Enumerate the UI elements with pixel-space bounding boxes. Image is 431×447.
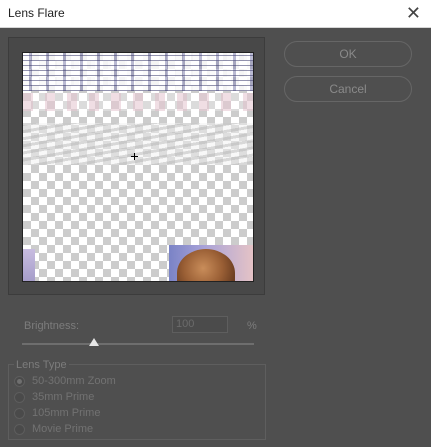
brightness-label: Brightness:	[24, 320, 80, 332]
brightness-input[interactable]: 100	[172, 316, 228, 333]
lens-option-label: 35mm Prime	[32, 391, 95, 403]
ok-button[interactable]: OK	[284, 41, 412, 67]
cancel-button[interactable]: Cancel	[284, 76, 412, 102]
flare-center-crosshair-icon[interactable]	[131, 153, 138, 160]
lens-option-label: 50-300mm Zoom	[32, 375, 116, 387]
preview-photo-left-edge	[23, 249, 35, 281]
radio-button-icon[interactable]	[14, 407, 25, 419]
lens-option-label: 105mm Prime	[32, 407, 101, 419]
lens-option-105mm-prime[interactable]: 105mm Prime	[14, 406, 100, 420]
window-title: Lens Flare	[8, 6, 65, 20]
radio-button-icon[interactable]	[14, 391, 25, 403]
preview-artifact-grey	[23, 123, 253, 165]
preview-photo-hair	[177, 249, 235, 281]
brightness-slider-thumb[interactable]	[88, 338, 99, 346]
lens-option-35mm-prime[interactable]: 35mm Prime	[14, 390, 94, 404]
lens-option-movie-prime[interactable]: Movie Prime	[14, 422, 93, 436]
title-bar: Lens Flare ✕	[0, 0, 431, 28]
preview-artifact-top	[23, 53, 253, 91]
preview-artifact-pink	[23, 93, 253, 111]
preview-image[interactable]	[22, 52, 254, 282]
close-icon[interactable]: ✕	[406, 3, 421, 23]
radio-button-icon[interactable]	[14, 375, 25, 387]
lens-option-50-300mm-zoom[interactable]: 50-300mm Zoom	[14, 374, 116, 388]
preview-photo	[169, 245, 253, 281]
brightness-slider-track[interactable]	[22, 343, 254, 345]
lens-option-label: Movie Prime	[32, 423, 94, 435]
lens-type-legend: Lens Type	[14, 359, 69, 371]
brightness-unit: %	[247, 320, 257, 332]
radio-button-icon[interactable]	[14, 423, 25, 435]
